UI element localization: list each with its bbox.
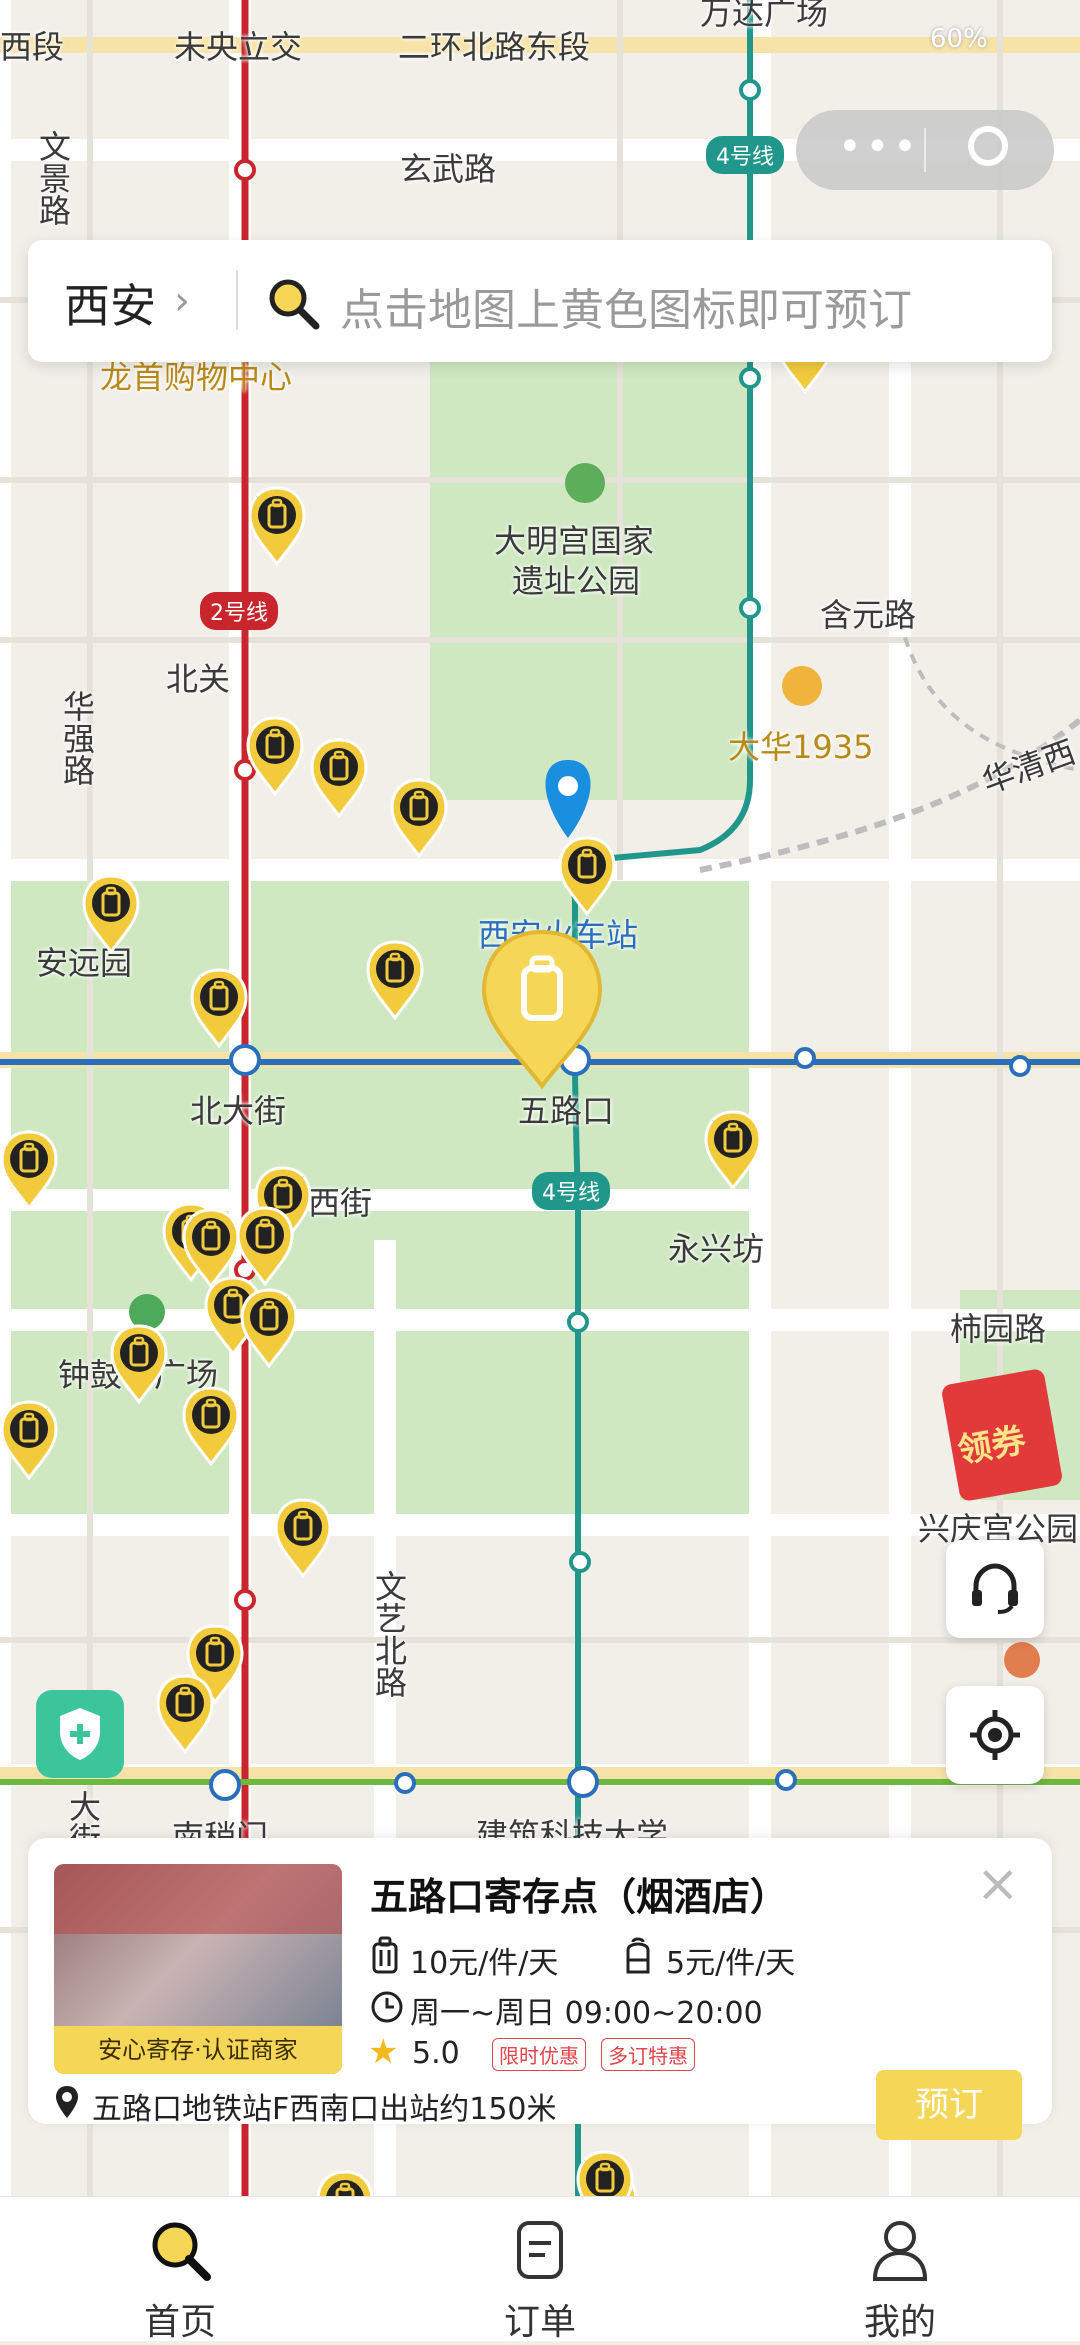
user-icon <box>872 2221 928 2281</box>
search-icon <box>152 2222 211 2281</box>
tab-orders[interactable]: 订单 <box>450 2215 630 2345</box>
luggage-storage-pin[interactable] <box>558 836 616 916</box>
store-photo-caption: 安心寄存·认证商家 <box>54 2026 342 2074</box>
store-photo: 安心寄存·认证商家 <box>54 1864 342 2074</box>
tab-label: 首页 <box>143 2302 216 2343</box>
coupon-label: 领券 <box>954 1420 1029 1472</box>
luggage-storage-pin[interactable] <box>0 1130 58 1210</box>
coupon-button[interactable]: 领券 <box>940 1367 1064 1503</box>
luggage-storage-pin[interactable] <box>274 1498 332 1578</box>
bottom-tab-bar: 首页 订单 我的 <box>0 2196 1080 2343</box>
map-label: 二环北路东段 <box>398 28 591 66</box>
map-label: 西街 <box>308 1184 373 1222</box>
tab-home[interactable]: 首页 <box>90 2215 270 2345</box>
luggage-storage-pin[interactable] <box>366 940 424 1020</box>
luggage-storage-pin[interactable] <box>310 738 368 818</box>
map-label: 北大街 <box>190 1092 287 1130</box>
tab-label: 订单 <box>503 2302 576 2343</box>
luggage-storage-pin[interactable] <box>240 1288 298 1368</box>
poi-cake-icon <box>782 666 822 706</box>
luggage-storage-pin[interactable] <box>390 778 448 858</box>
locate-button[interactable] <box>946 1686 1044 1784</box>
search-icon <box>269 279 320 330</box>
store-card[interactable]: 安心寄存·认证商家 五路口寄存点（烟酒店） × 10元/件/天 5元/件/天 周… <box>28 1838 1052 2140</box>
map-label: 华强路 <box>58 690 96 786</box>
map-label: 北关 <box>166 660 231 698</box>
luggage-storage-pin[interactable] <box>190 968 248 1048</box>
promo-tags: 限时优惠 多订特惠 <box>482 2038 696 2071</box>
tab-profile[interactable]: 我的 <box>810 2215 990 2345</box>
luggage-storage-pin[interactable] <box>182 1386 240 1466</box>
selected-luggage-pin[interactable] <box>480 928 604 1090</box>
clock-icon <box>371 1991 403 2023</box>
more-dots-icon[interactable]: ••• <box>838 124 921 170</box>
search-input[interactable]: 点击地图上黄色图标即可预订 <box>340 274 912 338</box>
map-label: 五路口 <box>518 1092 615 1130</box>
map-label: 万达广场 <box>700 0 829 32</box>
luggage-icon <box>372 1936 398 1974</box>
metro-line-badge: 2号线 <box>200 592 278 630</box>
map-label: 玄武路 <box>400 150 497 188</box>
customer-service-button[interactable] <box>946 1540 1044 1638</box>
city-selector[interactable]: 西安 <box>64 270 156 336</box>
map-label: 含元路 <box>820 596 917 634</box>
insurance-shield-button[interactable] <box>36 1690 124 1778</box>
luggage-storage-pin[interactable] <box>236 1206 294 1286</box>
park-camera-icon <box>565 463 605 503</box>
luggage-storage-pin[interactable] <box>82 874 140 954</box>
map-label: 文景路 <box>34 130 72 226</box>
location-pin-icon <box>56 2086 78 2118</box>
close-target-icon[interactable] <box>968 126 1008 166</box>
headset-icon <box>972 1563 1018 1614</box>
divider <box>236 270 238 330</box>
map-label: 柿园路 <box>950 1310 1047 1348</box>
chevron-right-icon[interactable]: › <box>174 278 190 324</box>
store-rating: 5.0 <box>412 2036 460 2071</box>
tab-label: 我的 <box>863 2302 936 2343</box>
book-button[interactable]: 预订 <box>876 2070 1022 2140</box>
metro-line-badge: 4号线 <box>706 136 784 174</box>
luggage-storage-pin[interactable] <box>248 486 306 566</box>
backpack-icon <box>626 1937 650 1974</box>
promo-tag: 多订特惠 <box>601 2038 696 2071</box>
luggage-storage-pin[interactable] <box>246 716 304 796</box>
order-icon <box>517 2221 563 2279</box>
luggage-storage-pin[interactable] <box>110 1324 168 1404</box>
map-label: 遗址公园 <box>512 562 641 600</box>
book-button-label: 预订 <box>915 2085 983 2125</box>
map-label: 未央立交 <box>174 28 303 66</box>
store-name: 五路口寄存点（烟酒店） <box>370 1875 789 1919</box>
store-address: 五路口地铁站F西南口出站约150米 <box>92 2092 557 2127</box>
price-bag: 5元/件/天 <box>666 1946 796 1981</box>
miniprogram-capsule: ••• <box>796 110 1054 190</box>
metro-line-badge: 4号线 <box>532 1172 610 1210</box>
search-bar: 西安 › 点击地图上黄色图标即可预订 <box>28 240 1052 362</box>
shield-icon <box>60 1708 100 1760</box>
luggage-storage-pin[interactable] <box>704 1110 762 1190</box>
locate-icon <box>970 1710 1020 1760</box>
luggage-storage-pin[interactable] <box>156 1674 214 1754</box>
star-icon: ★ <box>368 2032 399 2072</box>
luggage-storage-pin[interactable] <box>0 1400 58 1480</box>
map-label: 文艺北路 <box>370 1570 408 1698</box>
map-label: 西段 <box>0 28 65 66</box>
map-label: 大华1935 <box>728 728 874 766</box>
map-label: 永兴坊 <box>668 1230 765 1268</box>
price-luggage: 10元/件/天 <box>410 1946 559 1981</box>
close-icon[interactable]: × <box>976 1854 1020 1914</box>
poi-school-icon <box>1004 1642 1040 1678</box>
promo-tag: 限时优惠 <box>492 2038 586 2071</box>
status-battery: 60% <box>930 24 988 54</box>
store-hours: 周一~周日 09:00~20:00 <box>410 1996 763 2031</box>
